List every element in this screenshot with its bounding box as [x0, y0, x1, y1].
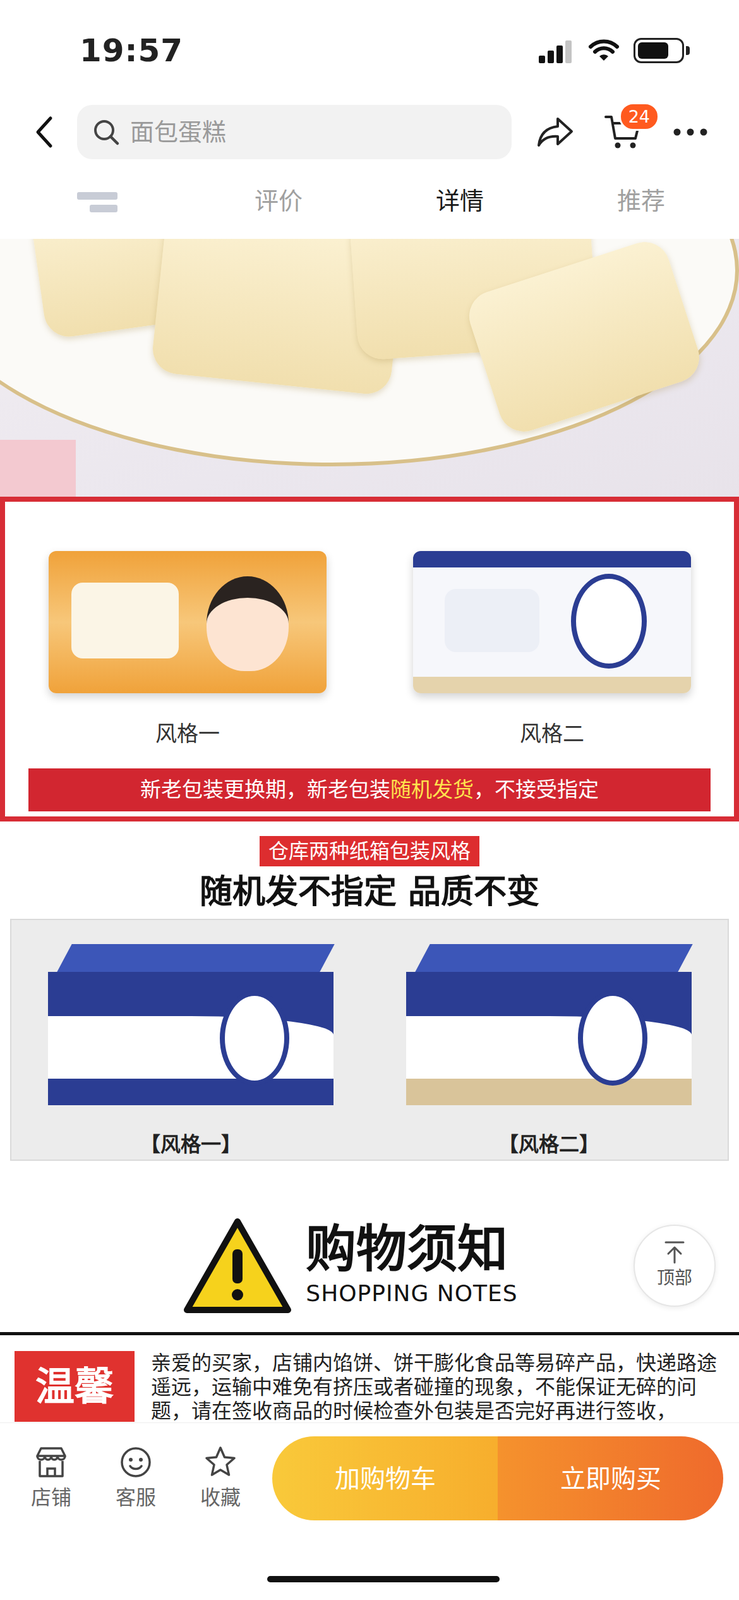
status-bar: 19:57	[0, 0, 739, 102]
status-icons	[538, 37, 690, 64]
wifi-icon	[588, 37, 620, 64]
package-image	[48, 550, 327, 693]
store-button[interactable]: 店铺	[8, 1443, 94, 1513]
bottom-icon-label: 收藏	[200, 1481, 241, 1513]
customer-service-button[interactable]: 客服	[93, 1443, 179, 1513]
notice-banner: 新老包装更换期，新老包装随机发货，不接受指定	[28, 768, 711, 812]
carton-tag: 仓库两种纸箱包装风格	[259, 835, 480, 866]
clock: 19:57	[79, 27, 184, 75]
package-row: 风格一 风格二	[5, 550, 734, 747]
signal-icon	[538, 37, 575, 64]
package-label: 风格一	[155, 720, 220, 747]
up-arrow-icon	[661, 1239, 688, 1265]
packaging-panel: 风格一 风格二新老包装更换期，新老包装随机发货，不接受指定	[0, 496, 739, 822]
shopping-notes-header: 购物须知 SHOPPING NOTES 顶部	[0, 1213, 739, 1317]
product-photo	[0, 238, 739, 497]
redacted-label	[77, 192, 118, 213]
carton-image	[48, 943, 334, 1105]
search-icon	[92, 118, 121, 146]
top-bar: 24	[0, 101, 739, 163]
notice-text: ，不接受指定	[473, 773, 599, 806]
bottom-actions: 店铺 客服 收藏加购物车立即购买	[0, 1422, 739, 1533]
tab-label: 评价	[254, 186, 303, 215]
tab-label: 详情	[435, 186, 484, 215]
bottom-bar: 店铺 客服 收藏加购物车立即购买	[0, 1421, 739, 1600]
add-to-cart-button[interactable]: 加购物车	[272, 1435, 498, 1520]
warm-note-tag: 温馨	[14, 1350, 135, 1422]
notice-highlight: 随机发货	[390, 773, 474, 806]
warm-note-text: 亲爱的买家，店铺内馅饼、饼干膨化食品等易碎产品，快递路途遥远，运输中难免有挤压或…	[150, 1350, 720, 1422]
tab-label: 推荐	[617, 186, 666, 215]
carton-label: 【风格一】	[140, 1128, 242, 1160]
carton-style: 【风格二】	[369, 943, 728, 1160]
purchase-buttons: 加购物车立即购买	[272, 1435, 724, 1520]
service-icon	[118, 1443, 154, 1480]
page: 19:57 24 评价 详情 推荐风格一 风格二新老包装更换期，新老包装随机发货，不接受指…	[0, 0, 739, 1600]
battery-icon	[633, 37, 690, 64]
share-icon[interactable]	[533, 109, 578, 155]
carton-headline: 随机发不指定 品质不变	[0, 871, 739, 912]
warning-icon	[183, 1217, 292, 1314]
home-indicator	[267, 1575, 500, 1582]
package-image	[413, 550, 691, 693]
tab[interactable]: 评价	[187, 183, 369, 220]
battery-cap	[685, 46, 690, 55]
buy-now-button[interactable]: 立即购买	[497, 1435, 724, 1520]
back-icon[interactable]	[25, 109, 64, 155]
carton-row: 【风格一】 【风格二】	[11, 943, 728, 1160]
tab-bar: 评价 详情 推荐	[0, 162, 739, 239]
tab[interactable]: 详情	[368, 183, 551, 220]
search-input[interactable]	[130, 114, 497, 151]
bottom-icon-label: 店铺	[30, 1481, 72, 1513]
shopping-notes-titles: 购物须知 SHOPPING NOTES	[305, 1223, 518, 1307]
carton-style: 【风格一】	[11, 943, 370, 1160]
shopping-notes-subtitle: SHOPPING NOTES	[305, 1279, 518, 1307]
tab[interactable]	[6, 183, 188, 220]
cart-button[interactable]: 24	[601, 109, 646, 155]
star-icon	[202, 1443, 239, 1480]
back-to-top-label: 顶部	[656, 1264, 693, 1292]
shopping-notes-title: 购物须知	[305, 1223, 518, 1274]
tab[interactable]: 推荐	[550, 183, 732, 220]
battery-fill	[637, 42, 669, 59]
content: 19:57 24 评价 详情 推荐风格一 风格二新老包装更换期，新老包装随机发货，不接受指…	[0, 0, 739, 1422]
notice-text: 新老包装更换期，新老包装	[140, 773, 391, 806]
favorite-button[interactable]: 收藏	[178, 1443, 263, 1513]
package-style: 风格二	[369, 550, 734, 747]
battery-track	[633, 37, 685, 64]
more-icon[interactable]	[668, 109, 713, 155]
carton-label: 【风格二】	[498, 1128, 600, 1160]
bottom-icon-label: 客服	[115, 1481, 157, 1513]
package-label: 风格二	[519, 720, 585, 747]
carton-image	[406, 943, 692, 1105]
warm-note: 温馨亲爱的买家，店铺内馅饼、饼干膨化食品等易碎产品，快递路途遥远，运输中难免有挤…	[0, 1350, 739, 1422]
carton-tag-row: 仓库两种纸箱包装风格	[0, 835, 739, 866]
carton-panel: 【风格一】 【风格二】	[10, 918, 729, 1161]
search-field[interactable]	[77, 104, 512, 160]
divider	[0, 1331, 739, 1335]
store-icon	[33, 1443, 69, 1480]
package-style: 风格一	[5, 550, 370, 747]
back-to-top-button[interactable]: 顶部	[633, 1224, 716, 1307]
cart-badge: 24	[618, 102, 660, 131]
